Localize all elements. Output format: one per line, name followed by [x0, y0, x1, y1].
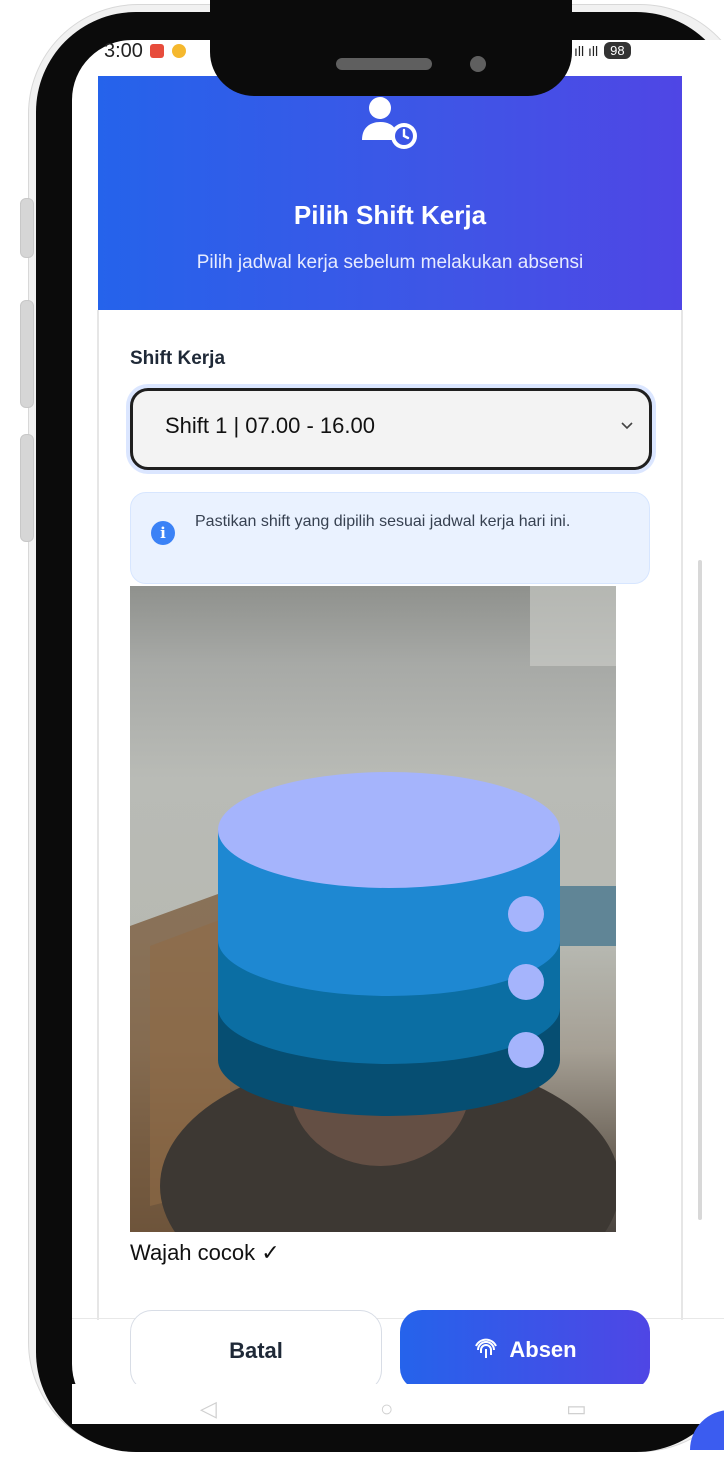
cancel-button[interactable]: Batal — [130, 1310, 382, 1392]
battery-indicator: 98 — [604, 42, 631, 59]
front-camera — [470, 56, 486, 72]
signal-icon: ıll ıll — [574, 42, 599, 59]
shift-field-label: Shift Kerja — [130, 348, 226, 369]
system-nav-bar — [72, 1384, 724, 1424]
recents-nav-icon[interactable]: ▭ — [566, 1396, 587, 1422]
notification-icon — [150, 44, 164, 58]
phone-notch — [210, 0, 572, 96]
shift-select[interactable]: Shift 1 | 07.00 - 16.00 — [130, 388, 652, 470]
content-border-left — [97, 310, 99, 1320]
modal-subtitle: Pilih jadwal kerja sebelum melakukan abs… — [196, 252, 584, 273]
face-match-status: Wajah cocok ✓ — [130, 1240, 280, 1265]
status-time: 3:00 — [104, 40, 143, 62]
user-clock-icon — [362, 97, 417, 149]
emoji-notification-icon — [172, 44, 186, 58]
info-circle-icon: i — [151, 521, 175, 545]
absen-button[interactable]: Absen — [400, 1310, 650, 1390]
absen-button-label: Absen — [509, 1337, 577, 1362]
modal-title: Pilih Shift Kerja — [293, 200, 487, 230]
phone-speaker — [336, 58, 432, 70]
phone-side-button — [20, 300, 34, 408]
info-alert: i Pastikan shift yang dipilih sesuai jad… — [130, 492, 650, 584]
content-border-right — [681, 310, 683, 1320]
chevron-down-icon — [621, 422, 633, 430]
shift-select-value: Shift 1 | 07.00 - 16.00 — [165, 413, 375, 438]
modal-header: Pilih Shift Kerja Pilih jadwal kerja seb… — [98, 76, 682, 310]
phone-side-button — [20, 198, 34, 258]
scrollbar[interactable] — [698, 560, 702, 1220]
phone-side-button — [20, 434, 34, 542]
back-nav-icon[interactable]: ◁ — [200, 1396, 217, 1422]
info-alert-text: Pastikan shift yang dipilih sesuai jadwa… — [195, 513, 571, 530]
fingerprint-icon — [475, 1338, 498, 1358]
home-nav-icon[interactable]: ○ — [380, 1396, 393, 1422]
database-icon — [218, 772, 560, 1116]
status-indicators: ıll ıll 98 — [574, 42, 631, 59]
